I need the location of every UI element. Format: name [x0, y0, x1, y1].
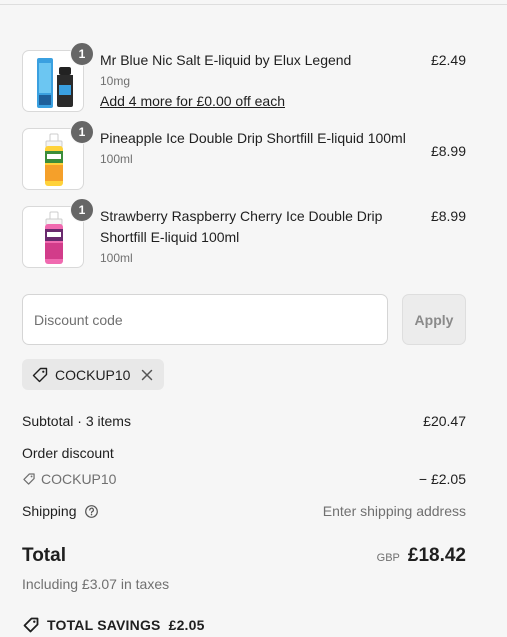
quantity-badge: 1	[70, 42, 94, 66]
item-variant: 10mg	[100, 74, 131, 88]
product-thumbnail: 1	[22, 198, 94, 268]
item-price: £8.99	[430, 208, 466, 224]
savings-label: TOTAL SAVINGS	[47, 617, 161, 633]
product-thumbnail: 1	[22, 120, 94, 190]
total-savings: TOTAL SAVINGS £2.05	[22, 616, 205, 634]
upsell-link[interactable]: Add 4 more for £0.00 off each	[100, 92, 285, 110]
top-divider	[0, 4, 507, 5]
order-discount-row: Order discount	[22, 443, 466, 463]
subtotal-value: £20.47	[423, 413, 466, 429]
total-value: £18.42	[407, 545, 466, 566]
subtotal-label: Subtotal · 3 items	[22, 413, 131, 429]
tag-icon	[23, 473, 35, 485]
close-icon	[142, 369, 153, 380]
discount-value: − £2.05	[418, 471, 466, 487]
savings-value: £2.05	[168, 617, 205, 633]
item-info: Mr Blue Nic Salt E-liquid by Elux Legend…	[100, 50, 410, 111]
item-name: Mr Blue Nic Salt E-liquid by Elux Legend	[100, 52, 352, 68]
total-label: Total	[22, 545, 66, 566]
applied-discount-code: COCKUP10	[55, 366, 131, 383]
shipping-label: Shipping	[22, 503, 77, 519]
help-icon[interactable]	[84, 504, 99, 519]
savings-tag-icon	[23, 617, 39, 633]
apply-discount-button[interactable]: Apply	[402, 294, 466, 345]
discount-detail-row: COCKUP10 − £2.05	[22, 469, 466, 489]
item-price: £2.49	[430, 52, 466, 68]
product-thumbnail: 1	[22, 42, 94, 112]
quantity-badge: 1	[70, 198, 94, 222]
item-name: Strawberry Raspberry Cherry Ice Double D…	[100, 208, 383, 245]
item-name: Pineapple Ice Double Drip Shortfill E-li…	[100, 130, 406, 146]
shipping-row: Shipping Enter shipping address	[22, 501, 466, 521]
applied-discount-tag: COCKUP10	[22, 359, 165, 390]
discount-detail-code: COCKUP10	[41, 471, 117, 487]
tag-icon	[32, 367, 48, 382]
total-row: Total GBP £18.42	[22, 544, 466, 568]
item-info: Pineapple Ice Double Drip Shortfill E-li…	[100, 128, 410, 167]
taxes-note: Including £3.07 in taxes	[22, 576, 170, 592]
shipping-value: Enter shipping address	[322, 503, 466, 519]
currency-code: GBP	[376, 552, 400, 564]
quantity-badge: 1	[70, 120, 94, 144]
order-discount-label: Order discount	[22, 445, 114, 461]
discount-detail: COCKUP10	[22, 469, 466, 489]
item-info: Strawberry Raspberry Cherry Ice Double D…	[100, 206, 410, 266]
discount-form: Apply	[22, 294, 466, 345]
total-amount-group: GBP £18.42	[377, 544, 466, 568]
subtotal-row: Subtotal · 3 items £20.47	[22, 411, 466, 431]
item-variant: 100ml	[100, 251, 133, 265]
item-variant: 100ml	[100, 152, 133, 166]
discount-code-input[interactable]	[22, 294, 388, 345]
item-price: £8.99	[430, 143, 466, 159]
remove-discount-button[interactable]	[140, 368, 154, 382]
